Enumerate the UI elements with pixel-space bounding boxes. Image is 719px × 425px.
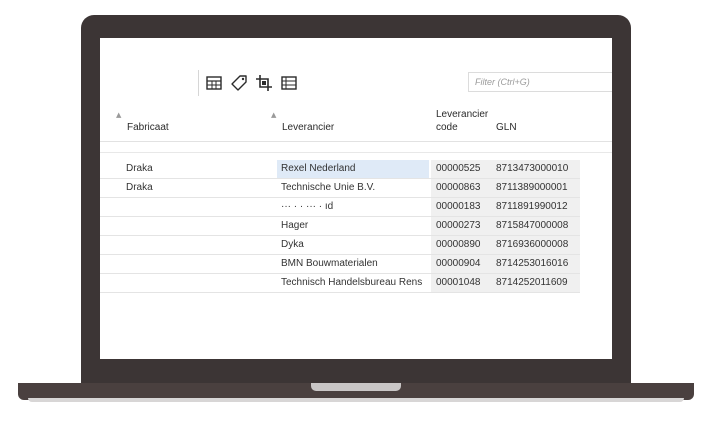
sort-caret-icon: ▲ bbox=[271, 111, 277, 119]
cell-leverancier[interactable]: ··· · · ··· · ıd bbox=[281, 201, 333, 212]
column-header-gln[interactable]: GLN bbox=[496, 122, 517, 133]
table-icon[interactable] bbox=[205, 74, 223, 92]
crop-icon[interactable] bbox=[255, 74, 273, 92]
cell-leverancier[interactable]: BMN Bouwmaterialen bbox=[281, 258, 378, 269]
grid-filter-row-divider bbox=[100, 152, 612, 153]
cell-code[interactable]: 00000890 bbox=[436, 239, 481, 250]
laptop-base-shadow bbox=[28, 398, 684, 402]
column-header-fabricaat[interactable]: Fabricaat bbox=[127, 122, 169, 133]
cell-code[interactable]: 00000904 bbox=[436, 258, 481, 269]
cell-gln[interactable]: 8714253016016 bbox=[496, 258, 568, 269]
column-header-code-line2[interactable]: code bbox=[436, 122, 458, 133]
cell-fabricaat[interactable]: Draka bbox=[126, 163, 153, 174]
cell-leverancier[interactable]: Dyka bbox=[281, 239, 304, 250]
cell-leverancier[interactable]: Technisch Handelsbureau Rens bbox=[281, 277, 422, 288]
cell-fabricaat[interactable]: Draka bbox=[126, 182, 153, 193]
toolbar-separator bbox=[198, 70, 199, 96]
cell-code[interactable]: 00000863 bbox=[436, 182, 481, 193]
table-row[interactable]: Draka Technische Unie B.V. 00000863 8711389… bbox=[100, 179, 580, 198]
sort-caret-icon: ▲ bbox=[116, 111, 122, 119]
column-header-code-line1[interactable]: Leverancier bbox=[436, 109, 488, 120]
table-row[interactable]: ··· · · ··· · ıd 00000183 8711891990012 bbox=[100, 198, 580, 217]
cell-code[interactable]: 00000273 bbox=[436, 220, 481, 231]
table-row[interactable]: BMN Bouwmaterialen 00000904 8714253016016 bbox=[100, 255, 580, 274]
laptop-notch bbox=[311, 383, 401, 391]
app-screen: Filter (Ctrl+G) ▲ ▲ Fabricaat Leverancie… bbox=[100, 38, 612, 359]
cell-gln[interactable]: 8716936000008 bbox=[496, 239, 568, 250]
column-header-leverancier[interactable]: Leverancier bbox=[282, 122, 334, 133]
table-row[interactable]: Hager 00000273 8715847000008 bbox=[100, 217, 580, 236]
grid-header-divider bbox=[100, 141, 612, 142]
cell-gln[interactable]: 8714252011609 bbox=[496, 277, 568, 288]
tag-icon[interactable] bbox=[230, 74, 248, 92]
table-row[interactable]: Dyka 00000890 8716936000008 bbox=[100, 236, 580, 255]
cell-leverancier[interactable]: Technische Unie B.V. bbox=[281, 182, 375, 193]
cell-gln[interactable]: 8711891990012 bbox=[496, 201, 568, 212]
cell-code[interactable]: 00000183 bbox=[436, 201, 481, 212]
filter-input[interactable]: Filter (Ctrl+G) bbox=[468, 72, 612, 92]
table-row[interactable]: Draka Rexel Nederland 00000525 871347300001… bbox=[100, 160, 580, 179]
table-row[interactable]: Technisch Handelsbureau Rens 00001048 8714… bbox=[100, 274, 580, 293]
cell-gln[interactable]: 8711389000001 bbox=[496, 182, 568, 193]
cell-code[interactable]: 00001048 bbox=[436, 277, 481, 288]
cell-leverancier[interactable]: Rexel Nederland bbox=[281, 163, 356, 174]
cell-leverancier[interactable]: Hager bbox=[281, 220, 308, 231]
cell-gln[interactable]: 8715847000008 bbox=[496, 220, 568, 231]
list-icon[interactable] bbox=[280, 74, 298, 92]
cell-gln[interactable]: 8713473000010 bbox=[496, 163, 568, 174]
cell-code[interactable]: 00000525 bbox=[436, 163, 481, 174]
